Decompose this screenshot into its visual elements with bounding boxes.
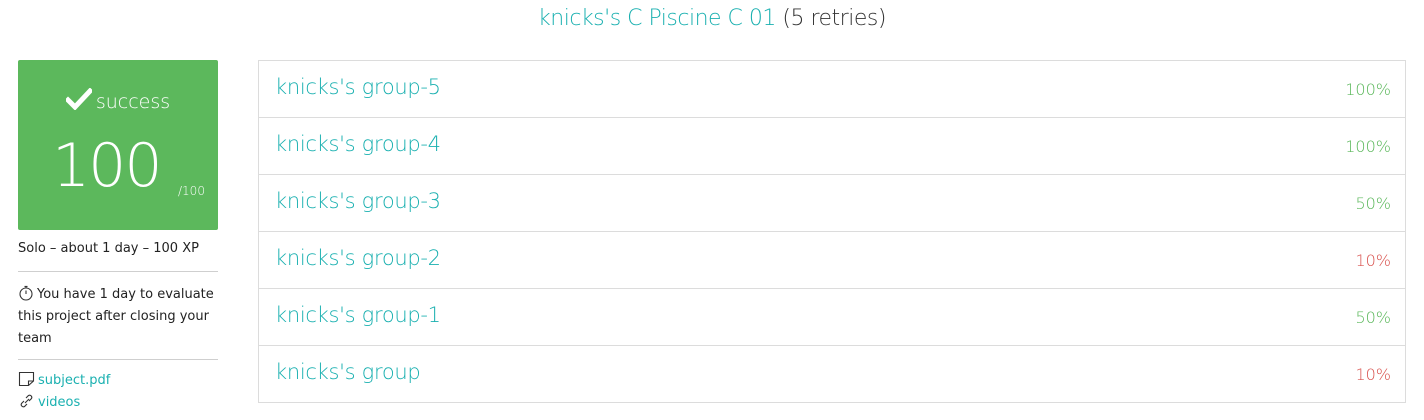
team-list: knicks's group-5 100% knicks's group-4 1… [258, 60, 1406, 403]
score-value: 100 [52, 131, 163, 201]
team-name[interactable]: knicks's group-2 [275, 246, 441, 270]
team-row[interactable]: knicks's group-1 50% [259, 289, 1405, 346]
team-name[interactable]: knicks's group-4 [275, 132, 441, 156]
team-name[interactable]: knicks's group [275, 360, 421, 384]
team-row[interactable]: knicks's group-2 10% [259, 232, 1405, 289]
check-icon [64, 87, 94, 111]
team-name[interactable]: knicks's group-5 [275, 75, 441, 99]
team-row[interactable]: knicks's group-4 100% [259, 118, 1405, 175]
file-icon [18, 371, 35, 387]
project-title-link[interactable]: knicks's C Piscine C 01 [538, 6, 776, 31]
videos-link[interactable]: videos [18, 393, 80, 410]
divider [18, 271, 218, 272]
team-score: 10% [1355, 365, 1391, 384]
team-name[interactable]: knicks's group-1 [275, 303, 441, 327]
team-score: 50% [1355, 194, 1391, 213]
divider [18, 359, 218, 360]
team-score: 50% [1355, 308, 1391, 327]
status-row: success [18, 87, 218, 113]
score-box: success 100 /100 [18, 60, 218, 230]
subject-link[interactable]: subject.pdf [18, 371, 110, 388]
evaluation-note: You have 1 day to evaluate this project … [18, 284, 218, 350]
status-label: success [95, 91, 171, 113]
team-score: 10% [1355, 251, 1391, 270]
team-row[interactable]: knicks's group-3 50% [259, 175, 1405, 232]
team-score: 100% [1345, 137, 1391, 156]
score-max: /100 [178, 184, 205, 198]
stopwatch-icon [18, 285, 34, 301]
evaluation-note-text: You have 1 day to evaluate this project … [18, 287, 214, 346]
project-meta: Solo – about 1 day – 100 XP [18, 241, 199, 256]
team-row[interactable]: knicks's group-5 100% [259, 61, 1405, 118]
page-title: knicks's C Piscine C 01 (5 retries) [0, 6, 1424, 31]
link-icon [18, 393, 35, 409]
team-score: 100% [1345, 80, 1391, 99]
videos-link-label[interactable]: videos [38, 395, 80, 410]
team-row[interactable]: knicks's group 10% [259, 346, 1405, 403]
team-name[interactable]: knicks's group-3 [275, 189, 441, 213]
retries-count: (5 retries) [782, 6, 886, 31]
subject-link-label[interactable]: subject.pdf [38, 373, 110, 388]
